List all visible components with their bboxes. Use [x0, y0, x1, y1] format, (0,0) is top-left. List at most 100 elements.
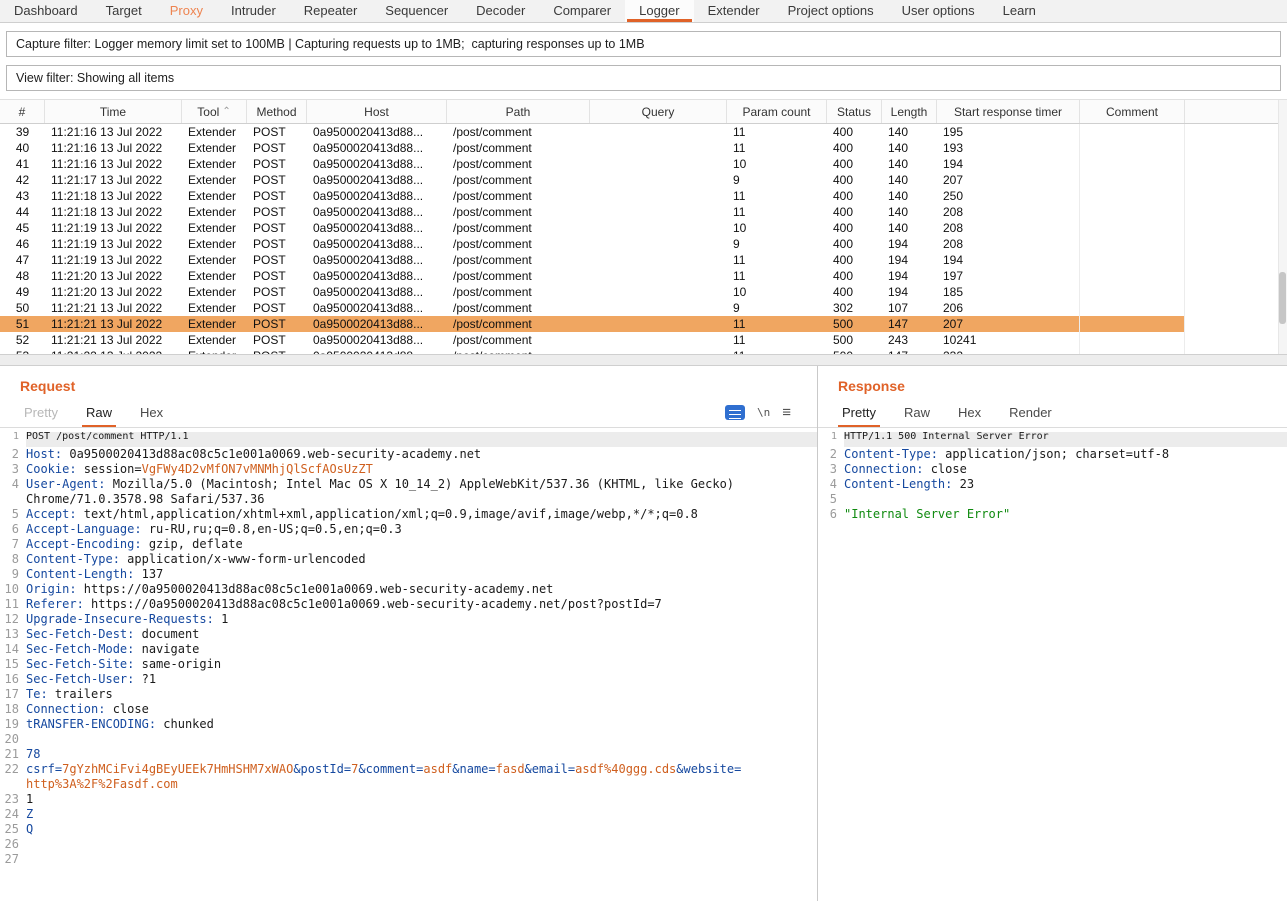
table-row[interactable]: 4611:21:19 13 Jul 2022ExtenderPOST0a9500…: [0, 236, 1287, 252]
request-editor[interactable]: 1POST /post/comment HTTP/1.12Host: 0a950…: [0, 428, 817, 867]
horizontal-splitter[interactable]: [0, 354, 1287, 366]
editor-line: 2Host: 0a9500020413d88ac08c5c1e001a0069.…: [0, 447, 817, 462]
tab-project-options[interactable]: Project options: [774, 0, 888, 22]
main-tab-bar: DashboardTargetProxyIntruderRepeaterSequ…: [0, 0, 1287, 23]
editor-line: 8Content-Type: application/x-www-form-ur…: [0, 552, 817, 567]
request-panel-title: Request: [20, 378, 817, 394]
show-newlines-icon[interactable]: \n: [757, 406, 770, 419]
table-row[interactable]: 4811:21:20 13 Jul 2022ExtenderPOST0a9500…: [0, 268, 1287, 284]
cell: Extender: [182, 316, 247, 332]
tab-extender[interactable]: Extender: [694, 0, 774, 22]
column-header-num[interactable]: #: [0, 100, 45, 123]
cell-filler: [1185, 316, 1287, 332]
scrollbar-thumb[interactable]: [1279, 272, 1286, 324]
tab-learn[interactable]: Learn: [989, 0, 1050, 22]
response-editor[interactable]: 1HTTP/1.1 500 Internal Server Error2Cont…: [818, 428, 1287, 522]
cell: [1080, 156, 1185, 172]
editor-line: 231: [0, 792, 817, 807]
view-filter-bar[interactable]: View filter: Showing all items: [6, 65, 1281, 91]
table-row[interactable]: 4411:21:18 13 Jul 2022ExtenderPOST0a9500…: [0, 204, 1287, 220]
column-header-comment[interactable]: Comment: [1080, 100, 1185, 123]
table-row[interactable]: 4211:21:17 13 Jul 2022ExtenderPOST0a9500…: [0, 172, 1287, 188]
editor-line: 2178: [0, 747, 817, 762]
table-row[interactable]: 4011:21:16 13 Jul 2022ExtenderPOST0a9500…: [0, 140, 1287, 156]
column-header-host[interactable]: Host: [307, 100, 447, 123]
table-row[interactable]: 4311:21:18 13 Jul 2022ExtenderPOST0a9500…: [0, 188, 1287, 204]
code-segment: Connection:: [844, 462, 923, 476]
response-tab-raw[interactable]: Raw: [890, 398, 944, 427]
cell: 400: [827, 252, 882, 268]
cell: 45: [0, 220, 45, 236]
column-header-param-count[interactable]: Param count: [727, 100, 827, 123]
line-content: Sec-Fetch-Mode: navigate: [26, 642, 817, 657]
line-number: 16: [0, 672, 26, 687]
tab-target[interactable]: Target: [92, 0, 156, 22]
column-label: Start response timer: [954, 105, 1062, 119]
table-row[interactable]: 5111:21:21 13 Jul 2022ExtenderPOST0a9500…: [0, 316, 1287, 332]
cell: 11:21:16 13 Jul 2022: [45, 140, 182, 156]
column-header-start-response-timer[interactable]: Start response timer: [937, 100, 1080, 123]
cell: 400: [827, 156, 882, 172]
code-segment: ru-RU,ru;q=0.8,en-US;q=0.5,en;q=0.3: [142, 522, 402, 536]
table-vertical-scrollbar[interactable]: [1278, 100, 1287, 354]
column-header-length[interactable]: Length: [882, 100, 937, 123]
cell: 11:21:21 13 Jul 2022: [45, 316, 182, 332]
tab-dashboard[interactable]: Dashboard: [0, 0, 92, 22]
response-tab-pretty[interactable]: Pretty: [828, 398, 890, 427]
table-row[interactable]: 5311:21:22 13 Jul 2022ExtenderPOST0a9500…: [0, 348, 1287, 354]
code-segment: ?1: [134, 672, 156, 686]
column-header-query[interactable]: Query: [590, 100, 727, 123]
code-segment: application/x-www-form-urlencoded: [120, 552, 366, 566]
response-tab-hex[interactable]: Hex: [944, 398, 995, 427]
code-segment: &name=: [452, 762, 495, 776]
cell: 140: [882, 204, 937, 220]
tab-sequencer[interactable]: Sequencer: [371, 0, 462, 22]
table-row[interactable]: 4511:21:19 13 Jul 2022ExtenderPOST0a9500…: [0, 220, 1287, 236]
cell: /post/comment: [447, 332, 590, 348]
tab-proxy[interactable]: Proxy: [156, 0, 217, 22]
column-label: Comment: [1106, 105, 1158, 119]
cell: 0a9500020413d88...: [307, 332, 447, 348]
tab-intruder[interactable]: Intruder: [217, 0, 290, 22]
tab-comparer[interactable]: Comparer: [539, 0, 625, 22]
response-tab-render[interactable]: Render: [995, 398, 1066, 427]
cell: [1080, 236, 1185, 252]
cell: 500: [827, 348, 882, 354]
column-header-tool[interactable]: Tool⌃: [182, 100, 247, 123]
tab-user-options[interactable]: User options: [888, 0, 989, 22]
cell: /post/comment: [447, 140, 590, 156]
line-number: 2: [0, 447, 26, 462]
table-row[interactable]: 4911:21:20 13 Jul 2022ExtenderPOST0a9500…: [0, 284, 1287, 300]
tab-repeater[interactable]: Repeater: [290, 0, 371, 22]
column-header-method[interactable]: Method: [247, 100, 307, 123]
column-header-status[interactable]: Status: [827, 100, 882, 123]
cell: Extender: [182, 236, 247, 252]
code-segment: chunked: [156, 717, 214, 731]
cell: [590, 332, 727, 348]
table-row[interactable]: 4111:21:16 13 Jul 2022ExtenderPOST0a9500…: [0, 156, 1287, 172]
table-row[interactable]: 5211:21:21 13 Jul 2022ExtenderPOST0a9500…: [0, 332, 1287, 348]
cell: [1080, 300, 1185, 316]
cell: 250: [937, 188, 1080, 204]
request-tab-pretty[interactable]: Pretty: [10, 398, 72, 427]
line-content: Sec-Fetch-Dest: document: [26, 627, 817, 642]
cell: 47: [0, 252, 45, 268]
cell: 10: [727, 220, 827, 236]
cell: [590, 156, 727, 172]
request-tab-raw[interactable]: Raw: [72, 398, 126, 427]
editor-line: 2Content-Type: application/json; charset…: [818, 447, 1287, 462]
table-row[interactable]: 4711:21:19 13 Jul 2022ExtenderPOST0a9500…: [0, 252, 1287, 268]
column-header-path[interactable]: Path: [447, 100, 590, 123]
code-segment: Host:: [26, 447, 62, 461]
capture-filter-bar[interactable]: Capture filter: Logger memory limit set …: [6, 31, 1281, 57]
column-header-time[interactable]: Time: [45, 100, 182, 123]
editor-menu-icon[interactable]: ≡: [782, 405, 791, 420]
cell: [1080, 140, 1185, 156]
table-row[interactable]: 3911:21:16 13 Jul 2022ExtenderPOST0a9500…: [0, 124, 1287, 140]
syntax-highlight-icon[interactable]: [725, 405, 745, 420]
tab-logger[interactable]: Logger: [625, 0, 693, 22]
tab-decoder[interactable]: Decoder: [462, 0, 539, 22]
table-row[interactable]: 5011:21:21 13 Jul 2022ExtenderPOST0a9500…: [0, 300, 1287, 316]
code-segment: Origin:: [26, 582, 77, 596]
request-tab-hex[interactable]: Hex: [126, 398, 177, 427]
